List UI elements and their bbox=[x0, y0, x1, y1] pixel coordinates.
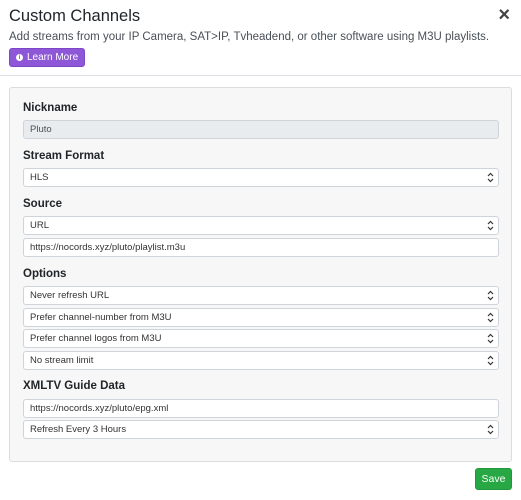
chevron-updown-icon bbox=[486, 172, 494, 183]
xmltv-url-input[interactable]: https://nocords.xyz/pluto/epg.xml bbox=[23, 399, 499, 418]
modal-title: Custom Channels bbox=[9, 7, 141, 25]
nickname-field: Pluto bbox=[23, 120, 499, 139]
close-icon[interactable]: × bbox=[498, 5, 510, 25]
modal-subtitle: Add streams from your IP Camera, SAT>IP,… bbox=[9, 31, 490, 43]
source-url-value: https://nocords.xyz/pluto/playlist.m3u bbox=[30, 242, 186, 253]
source-url-input[interactable]: https://nocords.xyz/pluto/playlist.m3u bbox=[23, 238, 499, 257]
options-label: Options bbox=[23, 268, 67, 280]
source-type-value: URL bbox=[30, 220, 50, 231]
xmltv-refresh-select[interactable]: Refresh Every 3 Hours bbox=[23, 420, 499, 439]
chevron-updown-icon bbox=[486, 290, 494, 301]
channel-logos-value: Prefer channel logos from M3U bbox=[30, 333, 162, 344]
refresh-url-value: Never refresh URL bbox=[30, 290, 110, 301]
chevron-updown-icon bbox=[486, 333, 494, 344]
refresh-url-select[interactable]: Never refresh URL bbox=[23, 286, 499, 305]
nickname-label: Nickname bbox=[23, 102, 78, 114]
source-label: Source bbox=[23, 198, 62, 210]
xmltv-refresh-value: Refresh Every 3 Hours bbox=[30, 424, 127, 435]
stream-limit-select[interactable]: No stream limit bbox=[23, 351, 499, 370]
modal-header: Custom Channels × Add streams from your … bbox=[0, 0, 521, 76]
custom-channel-form: Nickname Pluto Stream Format HLS Source … bbox=[9, 87, 512, 462]
channel-number-select[interactable]: Prefer channel-number from M3U bbox=[23, 308, 499, 327]
chevron-updown-icon bbox=[486, 312, 494, 323]
learn-more-button[interactable]: i Learn More bbox=[9, 48, 86, 67]
nickname-value: Pluto bbox=[30, 124, 52, 135]
channel-number-value: Prefer channel-number from M3U bbox=[30, 312, 172, 323]
stream-format-label: Stream Format bbox=[23, 150, 105, 162]
chevron-updown-icon bbox=[486, 355, 494, 366]
stream-format-select[interactable]: HLS bbox=[23, 168, 499, 187]
xmltv-url-value: https://nocords.xyz/pluto/epg.xml bbox=[30, 403, 169, 414]
stream-limit-value: No stream limit bbox=[30, 355, 94, 366]
stream-format-value: HLS bbox=[30, 172, 49, 183]
save-button[interactable]: Save bbox=[475, 468, 512, 490]
xmltv-label: XMLTV Guide Data bbox=[23, 380, 126, 392]
info-circle-icon: i bbox=[16, 54, 23, 61]
chevron-updown-icon bbox=[486, 424, 494, 435]
channel-logos-select[interactable]: Prefer channel logos from M3U bbox=[23, 329, 499, 348]
source-type-select[interactable]: URL bbox=[23, 216, 499, 235]
learn-more-label: Learn More bbox=[27, 52, 79, 63]
chevron-updown-icon bbox=[486, 220, 494, 231]
